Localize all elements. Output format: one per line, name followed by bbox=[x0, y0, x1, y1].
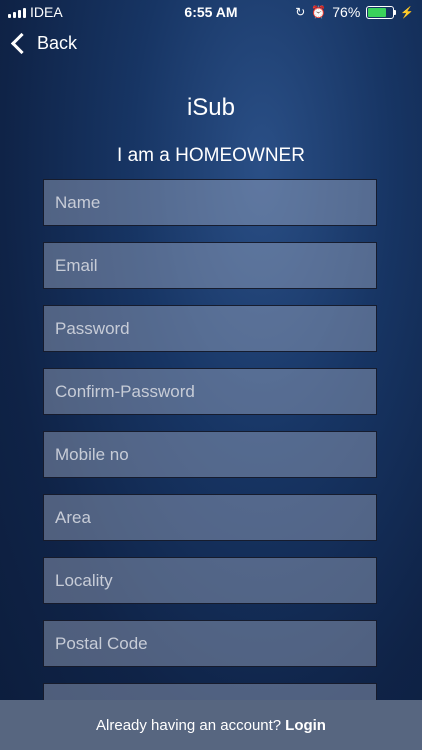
password-field[interactable] bbox=[44, 306, 376, 351]
chevron-left-icon bbox=[10, 32, 33, 55]
confirm-password-field-container bbox=[43, 368, 377, 415]
area-field[interactable] bbox=[44, 495, 376, 540]
back-button[interactable]: Back bbox=[10, 32, 78, 55]
page-subtitle: I am a HOMEOWNER bbox=[117, 145, 305, 166]
login-prompt-bar: Already having an account? Login bbox=[0, 700, 422, 750]
area-field-container bbox=[43, 494, 377, 541]
login-link[interactable]: Login bbox=[285, 717, 326, 734]
status-bar: IDEA 6:55 AM ↻ ⏰ 76% ⚡ bbox=[0, 0, 422, 24]
email-field[interactable] bbox=[44, 243, 376, 288]
mobile-field-container bbox=[43, 431, 377, 478]
locality-field-container bbox=[43, 557, 377, 604]
postal-code-field[interactable] bbox=[44, 621, 376, 666]
app-title: iSub bbox=[186, 94, 236, 121]
email-field-container bbox=[43, 242, 377, 289]
lock-rotation-icon: ↻ bbox=[295, 5, 306, 19]
name-field-container bbox=[43, 179, 377, 226]
confirm-password-field[interactable] bbox=[44, 369, 376, 414]
battery-icon bbox=[366, 5, 397, 19]
login-prompt-text: Already having an account? bbox=[96, 716, 282, 734]
battery-fill bbox=[368, 7, 387, 17]
postal-code-field-container bbox=[43, 620, 377, 667]
alarm-icon: ⏰ bbox=[311, 5, 327, 19]
status-right: ↻ ⏰ 76% ⚡ bbox=[295, 4, 414, 20]
locality-field[interactable] bbox=[44, 558, 376, 603]
back-label: Back bbox=[37, 33, 78, 53]
password-field-container bbox=[43, 305, 377, 352]
name-field[interactable] bbox=[44, 180, 376, 225]
battery-percent: 76% bbox=[332, 4, 361, 20]
charging-icon: ⚡ bbox=[400, 6, 414, 19]
mobile-field[interactable] bbox=[44, 432, 376, 477]
